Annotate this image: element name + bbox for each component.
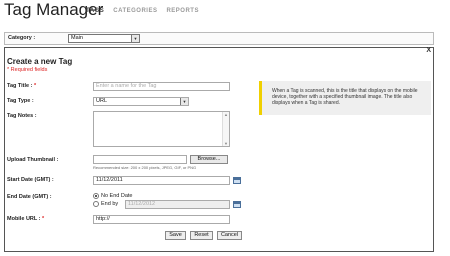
required-mark: * [34,83,37,89]
browse-button[interactable]: Browse... [190,155,228,164]
category-select[interactable]: Main ▼ [68,34,140,43]
no-end-date-label: No End Date [101,193,133,199]
tag-title-label-text: Tag Title : [7,83,33,89]
info-text: When a Tag is scanned, this is the title… [272,88,418,106]
cancel-button[interactable]: Cancel [217,231,242,240]
no-end-date-radio[interactable] [93,193,99,199]
thumbnail-hint: Recommended size: 200 x 200 pixels, JPEG… [93,165,197,170]
required-note: * Required fields [7,67,48,73]
tab-tags[interactable]: TAGS [86,8,104,14]
calendar-icon[interactable] [233,177,241,184]
tag-notes-label: Tag Notes : [7,113,37,119]
required-mark: * [42,216,45,222]
tag-type-label: Tag Type : [7,98,34,104]
end-by-date-input[interactable]: 11/12/2012 [125,200,230,209]
tag-title-input[interactable]: Enter a name for the Tag [93,82,230,91]
mobile-url-label-text: Mobile URL : [7,216,41,222]
start-date-input[interactable]: 11/12/2011 [93,176,230,185]
mobile-url-label: Mobile URL : * [7,216,44,222]
create-tag-panel: X Create a new Tag * Required fields Tag… [4,47,434,252]
start-date-label: Start Date (GMT) : [7,177,54,183]
scroll-up-icon[interactable]: ▲ [224,112,228,117]
top-nav: TAGS CATEGORIES REPORTS [86,8,199,14]
chevron-down-icon: ▼ [131,35,139,42]
category-bar: Category : Main ▼ [4,32,434,45]
chevron-down-icon: ▼ [180,98,188,105]
info-box: When a Tag is scanned, this is the title… [259,81,431,115]
end-by-option[interactable]: End by [93,201,118,207]
tab-categories[interactable]: CATEGORIES [113,8,157,14]
save-button[interactable]: Save [165,231,186,240]
scroll-down-icon[interactable]: ▼ [224,141,228,146]
no-end-date-option[interactable]: No End Date [93,193,133,199]
tab-reports[interactable]: REPORTS [166,8,199,14]
category-label: Category : [8,35,36,41]
tag-type-value: URL [96,98,108,104]
tag-type-select[interactable]: URL ▼ [93,97,189,106]
form-title: Create a new Tag [7,57,73,66]
close-icon[interactable]: X [426,47,431,54]
category-select-value: Main [71,35,83,41]
mobile-url-input[interactable]: http:// [93,215,230,224]
thumbnail-file-input[interactable] [93,155,187,164]
end-date-label: End Date (GMT) : [7,194,52,200]
calendar-icon[interactable] [233,201,241,208]
upload-thumbnail-label: Upload Thumbnail : [7,157,59,163]
reset-button[interactable]: Reset [190,231,213,240]
end-by-label: End by [101,201,119,207]
end-by-radio[interactable] [93,201,99,207]
textarea-scrollbar[interactable]: ▲ ▼ [222,112,229,146]
tag-notes-textarea[interactable]: ▲ ▼ [93,111,230,147]
tag-title-label: Tag Title : * [7,83,36,89]
